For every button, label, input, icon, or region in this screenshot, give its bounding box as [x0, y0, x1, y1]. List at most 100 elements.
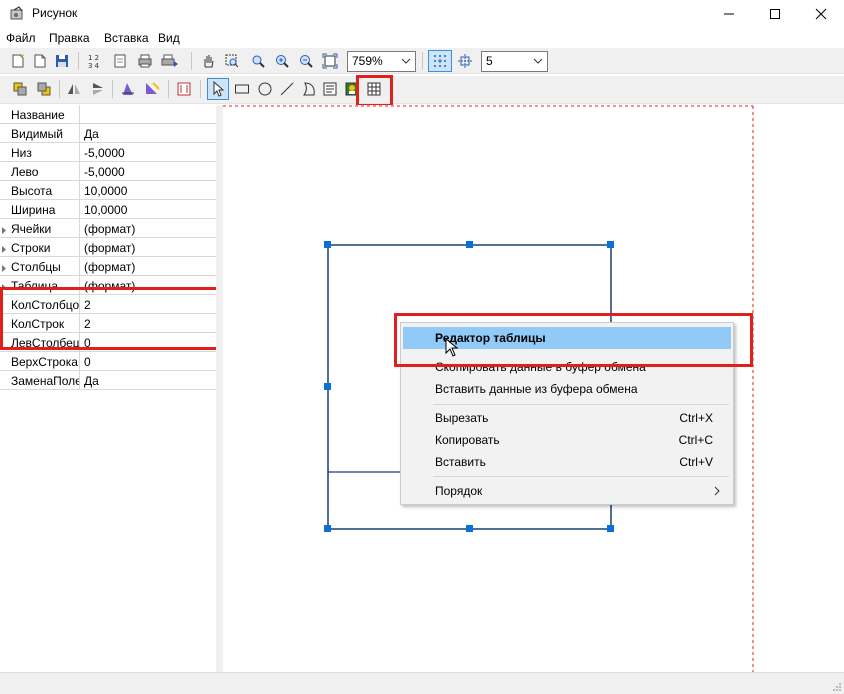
property-value[interactable]: 10,0000 — [84, 184, 127, 198]
property-name: Ячейки — [11, 222, 52, 236]
cursor-arrow-icon — [213, 81, 225, 97]
property-row[interactable]: КолСтрок 2 — [0, 314, 216, 333]
snap-objects-button[interactable] — [455, 51, 475, 71]
property-row[interactable]: ВерхСтрока 0 — [0, 352, 216, 371]
property-value[interactable]: 0 — [84, 355, 91, 369]
print-preview-button[interactable] — [160, 51, 180, 71]
property-value[interactable]: 2 — [84, 298, 91, 312]
snap-grid-button[interactable] — [428, 50, 452, 72]
property-name: КолСтолбцов — [11, 298, 79, 312]
minimize-button[interactable] — [706, 0, 752, 28]
fit-page-button[interactable] — [320, 51, 340, 71]
column-divider — [79, 143, 80, 162]
print-button[interactable] — [135, 51, 155, 71]
menu-separator — [433, 476, 729, 477]
send-back-button[interactable] — [34, 79, 54, 99]
menu-item-paste-data[interactable]: Вставить данные из буфера обмена — [403, 378, 731, 400]
property-row[interactable]: Строки (формат) — [0, 238, 216, 257]
pan-button[interactable] — [198, 51, 218, 71]
flip-horizontal-button[interactable] — [64, 79, 84, 99]
toolbar-separator — [168, 80, 169, 98]
arc-tool-button[interactable] — [299, 79, 319, 99]
open-button[interactable] — [30, 51, 50, 71]
table-tool-button[interactable] — [364, 79, 384, 99]
toolbar-separator — [78, 52, 79, 70]
property-row[interactable]: ЗаменаПолей Да — [0, 371, 216, 390]
menu-item-order[interactable]: Порядок — [403, 480, 731, 502]
zoom-select[interactable]: 759% — [347, 51, 416, 72]
menu-view[interactable]: Вид — [158, 31, 180, 45]
property-row[interactable]: Ячейки (формат) — [0, 219, 216, 238]
property-row[interactable]: Название — [0, 105, 216, 124]
menu-edit[interactable]: Правка — [49, 31, 90, 45]
property-value[interactable]: -5,0000 — [84, 146, 125, 160]
property-row[interactable]: Ширина 10,0000 — [0, 200, 216, 219]
column-divider — [79, 276, 80, 295]
text-tool-button[interactable] — [320, 79, 340, 99]
chevron-down-icon — [533, 58, 543, 64]
fit-page-icon — [322, 53, 338, 69]
column-divider — [79, 371, 80, 390]
clipboard-button[interactable] — [110, 51, 130, 71]
zoom-value: 759% — [352, 54, 383, 68]
text-block-icon — [323, 82, 337, 96]
menu-item-copy-data[interactable]: Скопировать данные в буфер обмена — [403, 356, 731, 378]
menu-insert[interactable]: Вставка — [104, 31, 149, 45]
expand-arrow-icon[interactable] — [1, 262, 7, 276]
menu-item-paste[interactable]: Вставить Ctrl+V — [403, 451, 731, 473]
flip-horizontal-icon — [68, 84, 80, 94]
property-value[interactable]: Да — [84, 374, 99, 388]
line-tool-button[interactable] — [277, 79, 297, 99]
property-value[interactable]: (формат) — [84, 222, 135, 236]
chevron-down-icon — [401, 58, 411, 64]
bring-front-button[interactable] — [10, 79, 30, 99]
expand-arrow-icon[interactable] — [1, 281, 7, 295]
bring-to-front-icon — [13, 82, 27, 96]
select-tool-button[interactable] — [207, 78, 229, 100]
flip-vertical-button[interactable] — [88, 79, 108, 99]
new-button[interactable] — [8, 51, 28, 71]
property-value[interactable]: (формат) — [84, 241, 135, 255]
save-button[interactable] — [52, 51, 72, 71]
column-divider — [79, 162, 80, 181]
expand-arrow-icon[interactable] — [1, 224, 7, 238]
panel-splitter[interactable] — [216, 105, 223, 672]
column-divider — [79, 124, 80, 143]
property-value[interactable]: 2 — [84, 317, 91, 331]
menu-file[interactable]: Файл — [6, 31, 36, 45]
menu-item-copy[interactable]: Копировать Ctrl+C — [403, 429, 731, 451]
property-value[interactable]: (формат) — [84, 260, 135, 274]
property-value[interactable]: (формат) — [84, 279, 135, 293]
property-row[interactable]: Таблица (формат) — [0, 276, 216, 295]
ellipse-tool-button[interactable] — [255, 79, 275, 99]
property-row[interactable]: Высота 10,0000 — [0, 181, 216, 200]
rotate-right-button[interactable] — [142, 79, 162, 99]
numbering-button[interactable]: 1 23 4 — [86, 51, 106, 71]
zoom-area-button[interactable] — [222, 51, 242, 71]
rectangle-tool-button[interactable] — [232, 79, 252, 99]
zoom-in-button[interactable] — [272, 51, 292, 71]
close-button[interactable] — [798, 0, 844, 28]
rotate-left-button[interactable] — [118, 79, 138, 99]
resize-grip-icon[interactable] — [832, 682, 842, 692]
property-row[interactable]: Низ -5,0000 — [0, 143, 216, 162]
zoom-out-button[interactable] — [296, 51, 316, 71]
property-row[interactable]: КолСтолбцов 2 — [0, 295, 216, 314]
property-value[interactable]: Да — [84, 127, 99, 141]
expand-arrow-icon[interactable] — [1, 243, 7, 257]
property-value[interactable]: 0 — [84, 336, 91, 350]
zoom-button[interactable] — [248, 51, 268, 71]
maximize-button[interactable] — [752, 0, 798, 28]
property-value[interactable]: 10,0000 — [84, 203, 127, 217]
property-row[interactable]: ЛевСтолбец 0 — [0, 333, 216, 352]
table-icon — [367, 82, 381, 96]
property-value[interactable]: -5,0000 — [84, 165, 125, 179]
property-row[interactable]: Столбцы (формат) — [0, 257, 216, 276]
grid-step-select[interactable]: 5 — [481, 51, 548, 72]
property-row[interactable]: Видимый Да — [0, 124, 216, 143]
menu-item-cut[interactable]: Вырезать Ctrl+X — [403, 407, 731, 429]
property-row[interactable]: Лево -5,0000 — [0, 162, 216, 181]
property-name: КолСтрок — [11, 317, 65, 331]
picture-frame-button[interactable] — [174, 79, 194, 99]
image-tool-button[interactable] — [342, 79, 362, 99]
